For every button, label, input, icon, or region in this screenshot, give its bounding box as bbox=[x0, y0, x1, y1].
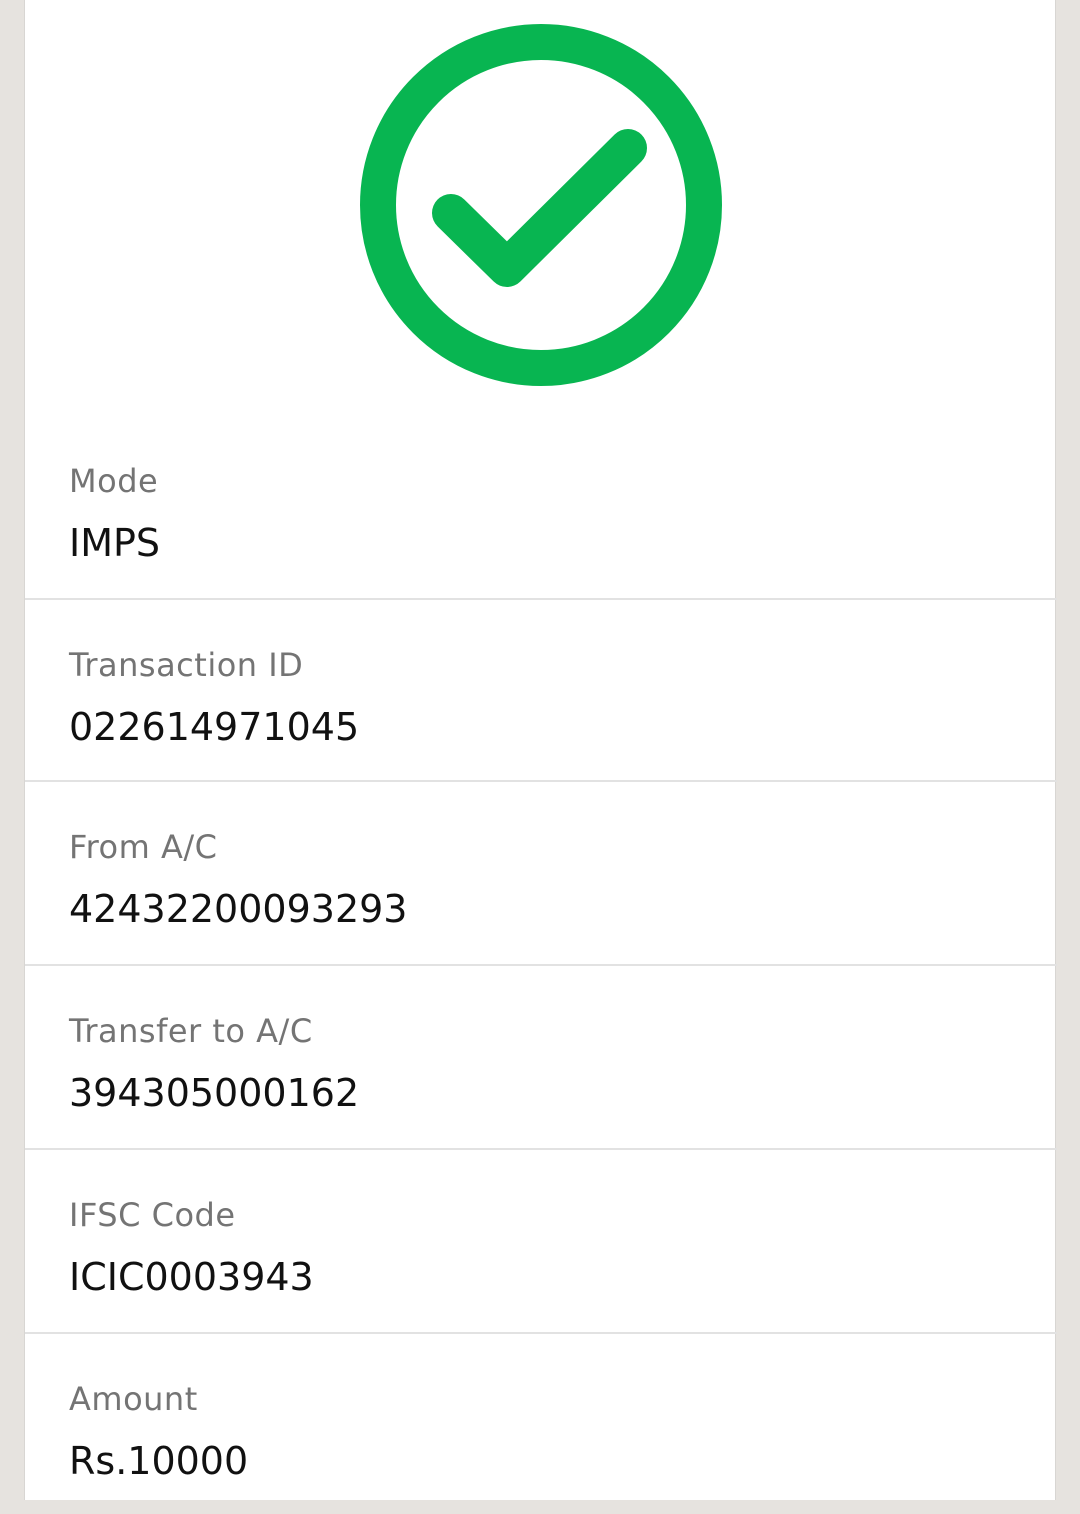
detail-row-ifsc-code: IFSC Code ICIC0003943 bbox=[25, 1148, 1057, 1330]
amount-label: Amount bbox=[69, 1380, 198, 1418]
transfer-to-account-label: Transfer to A/C bbox=[69, 1012, 313, 1050]
detail-row-transaction-id: Transaction ID 022614971045 bbox=[25, 598, 1057, 780]
ifsc-code-label: IFSC Code bbox=[69, 1196, 236, 1234]
ifsc-code-value: ICIC0003943 bbox=[69, 1255, 314, 1299]
check-circle-icon bbox=[360, 24, 722, 386]
transaction-receipt-card: Mode IMPS Transaction ID 022614971045 Fr… bbox=[24, 0, 1057, 1500]
from-account-label: From A/C bbox=[69, 828, 218, 866]
transaction-id-value: 022614971045 bbox=[69, 705, 360, 749]
transfer-to-account-value: 394305000162 bbox=[69, 1071, 360, 1115]
mode-label: Mode bbox=[69, 462, 159, 500]
status-area bbox=[25, 0, 1057, 416]
detail-row-from-account: From A/C 42432200093293 bbox=[25, 780, 1057, 962]
detail-row-mode: Mode IMPS bbox=[25, 416, 1057, 598]
amount-value: Rs.10000 bbox=[69, 1439, 249, 1483]
from-account-value: 42432200093293 bbox=[69, 887, 408, 931]
transaction-id-label: Transaction ID bbox=[69, 646, 304, 684]
detail-row-amount: Amount Rs.10000 bbox=[25, 1332, 1057, 1514]
detail-row-transfer-to-account: Transfer to A/C 394305000162 bbox=[25, 964, 1057, 1146]
mode-value: IMPS bbox=[69, 521, 161, 565]
